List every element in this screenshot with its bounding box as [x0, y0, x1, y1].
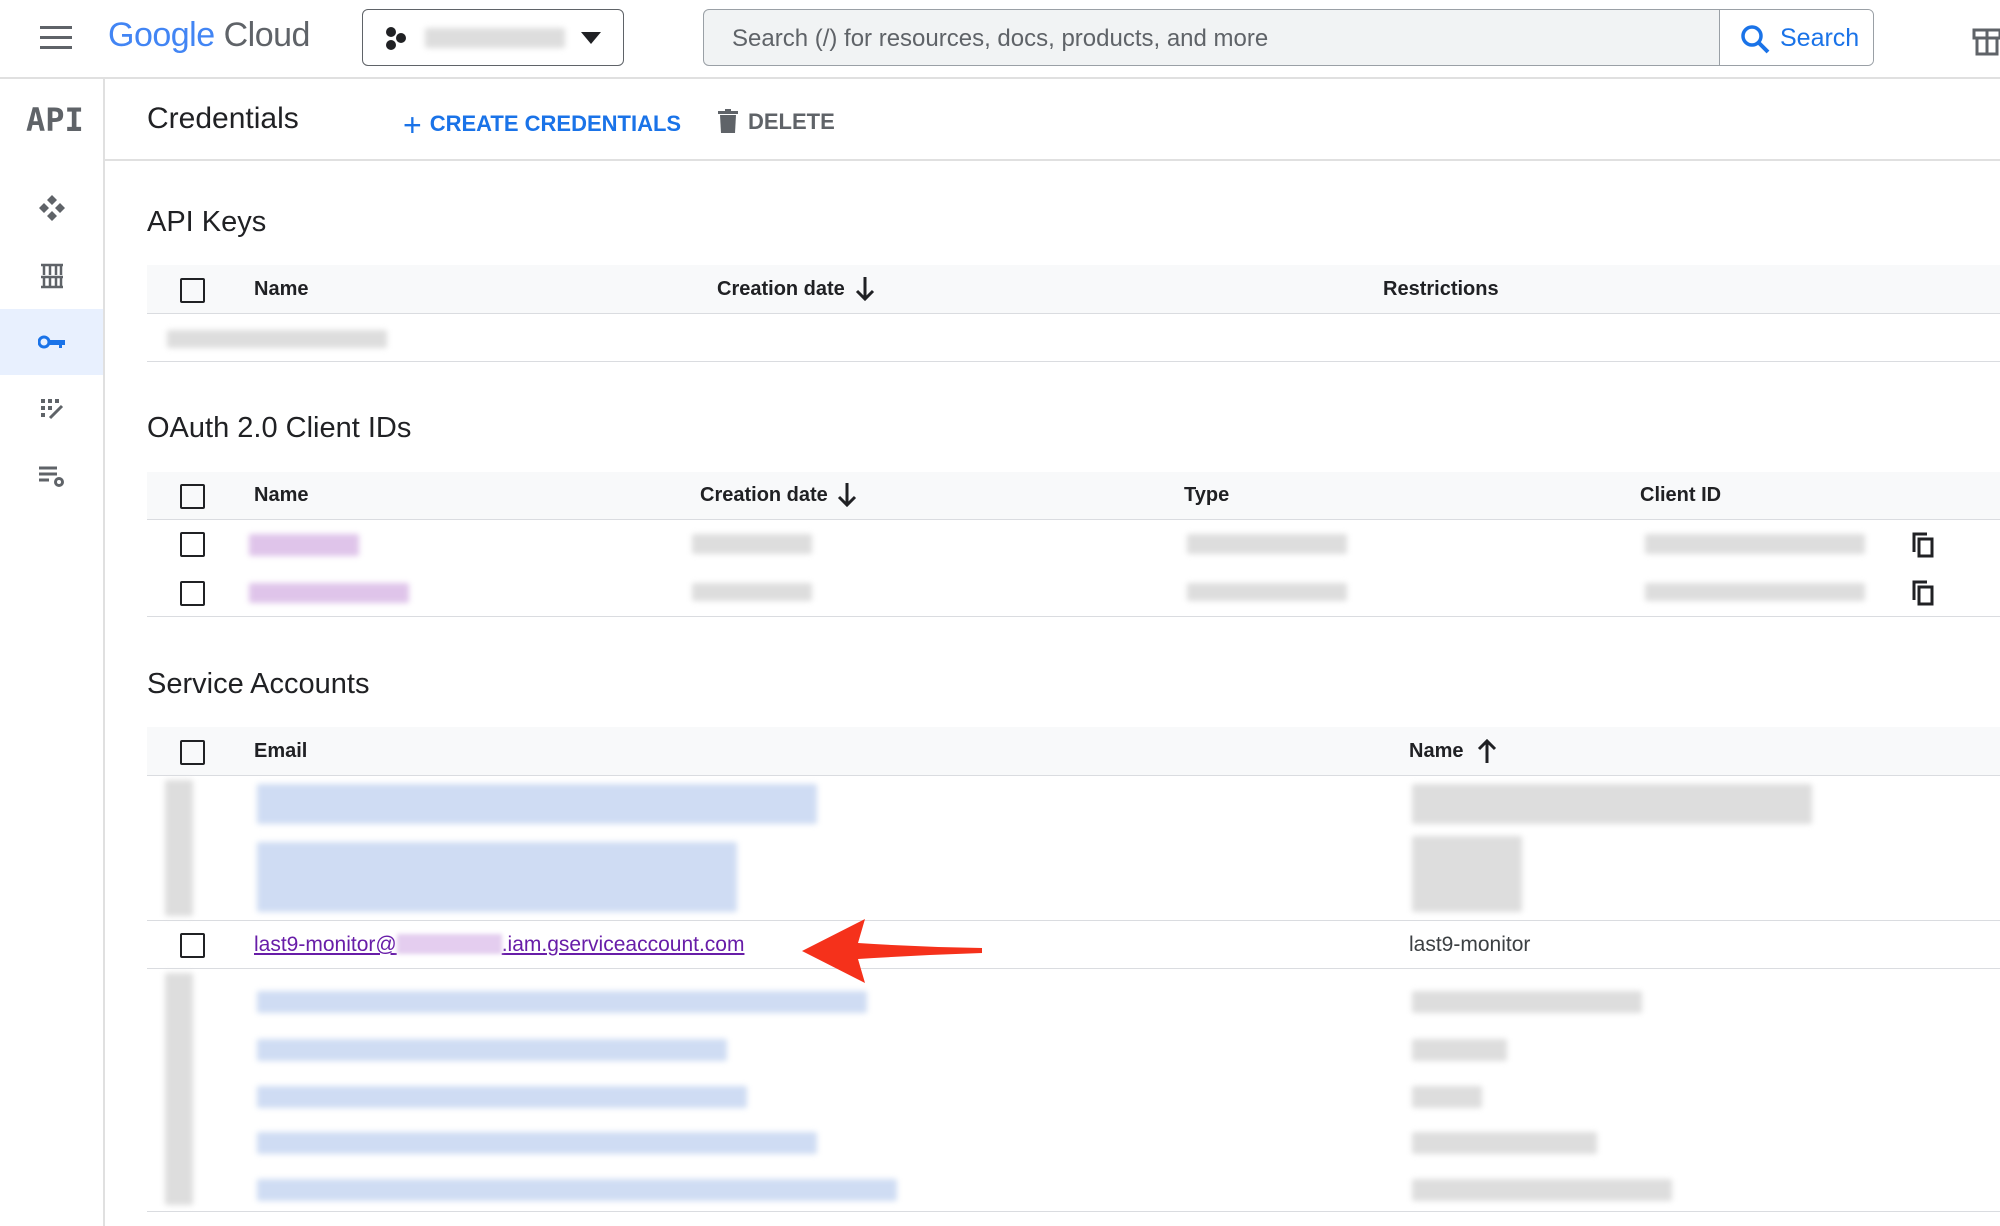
- redacted-content: [167, 330, 387, 348]
- redacted-content: [1412, 991, 1642, 1013]
- top-bar: Google Cloud Search (/) for resources, d…: [0, 0, 2000, 79]
- redacted-content: [249, 534, 359, 556]
- search-button-label: Search: [1780, 24, 1860, 52]
- action-bar: Credentials + CREATE CREDENTIALS DELETE: [105, 79, 2000, 161]
- column-type[interactable]: Type: [1184, 484, 1229, 507]
- column-creation-date[interactable]: Creation date: [700, 484, 828, 507]
- list-settings-icon: [38, 466, 64, 487]
- search-input[interactable]: Search (/) for resources, docs, products…: [732, 25, 1268, 53]
- project-name-redacted: [425, 28, 565, 48]
- redacted-content: [1187, 583, 1347, 601]
- column-name[interactable]: Name: [254, 484, 308, 507]
- service-account-email-link[interactable]: last9-monitor@ .iam.gserviceaccount.com: [254, 933, 744, 957]
- arrow-down-icon[interactable]: [837, 483, 857, 507]
- library-icon: [40, 263, 63, 289]
- column-email[interactable]: Email: [254, 740, 307, 763]
- redacted-content: [257, 991, 867, 1013]
- redacted-content: [165, 780, 193, 916]
- trash-icon: [718, 109, 738, 133]
- redacted-content: [1412, 1039, 1507, 1061]
- email-suffix: .iam.gserviceaccount.com: [501, 933, 745, 956]
- create-credentials-label: CREATE CREDENTIALS: [429, 111, 682, 136]
- oauth-rows: [147, 520, 2000, 617]
- table-row[interactable]: [147, 314, 2000, 362]
- service-accounts-table-header: Email Name: [147, 727, 2000, 776]
- page-title: Credentials: [147, 102, 299, 135]
- redacted-content: [257, 1039, 727, 1061]
- redacted-project: [396, 934, 502, 954]
- oauth-table-header: Name Creation date Type Client ID: [147, 472, 2000, 520]
- search-button[interactable]: Search: [1719, 10, 1873, 65]
- email-prefix: last9-monitor@: [254, 933, 397, 956]
- sidebar-item-oauth-consent[interactable]: [0, 376, 103, 442]
- service-accounts-heading: Service Accounts: [147, 668, 370, 700]
- row-checkbox[interactable]: [180, 581, 205, 606]
- project-icon: [386, 27, 406, 50]
- copy-icon[interactable]: [1912, 532, 1934, 558]
- service-account-name: last9-monitor: [1409, 933, 1531, 956]
- dashboard-icon: [38, 195, 65, 221]
- google-cloud-logo[interactable]: Google Cloud: [108, 16, 310, 55]
- sidebar-item-library[interactable]: [0, 243, 103, 309]
- select-all-checkbox[interactable]: [180, 278, 205, 303]
- column-name[interactable]: Name: [1409, 740, 1463, 763]
- sidebar-item-page-usage[interactable]: [0, 444, 103, 510]
- delete-button[interactable]: DELETE: [718, 109, 835, 135]
- row-checkbox[interactable]: [180, 532, 205, 557]
- column-restrictions[interactable]: Restrictions: [1383, 278, 1499, 301]
- service-account-rows-redacted: [147, 969, 2000, 1212]
- chevron-down-icon: [581, 32, 601, 44]
- redacted-content: [692, 534, 812, 554]
- redacted-content: [1412, 836, 1522, 912]
- redacted-content: [257, 1086, 747, 1108]
- redacted-content: [692, 583, 812, 601]
- select-all-checkbox[interactable]: [180, 484, 205, 509]
- main-menu-icon[interactable]: [40, 26, 72, 50]
- column-creation-date[interactable]: Creation date: [717, 278, 845, 301]
- redacted-content: [257, 842, 737, 912]
- api-keys-heading: API Keys: [147, 206, 267, 238]
- select-all-checkbox[interactable]: [180, 740, 205, 765]
- project-selector[interactable]: [362, 9, 624, 66]
- redacted-content: [249, 583, 409, 603]
- column-client-id[interactable]: Client ID: [1640, 484, 1721, 507]
- consent-icon: [40, 399, 63, 420]
- sidebar: API: [0, 79, 105, 1226]
- service-account-rows-redacted: [147, 776, 2000, 921]
- arrow-down-icon[interactable]: [855, 277, 875, 301]
- row-checkbox[interactable]: [180, 933, 205, 958]
- gift-icon[interactable]: [1972, 20, 2000, 56]
- api-logo: API: [26, 101, 84, 139]
- key-icon: [37, 335, 65, 349]
- redacted-content: [1412, 1086, 1482, 1108]
- redacted-content: [1645, 583, 1865, 601]
- table-row-last9-monitor[interactable]: last9-monitor@ .iam.gserviceaccount.com l…: [147, 921, 2000, 969]
- sidebar-item-credentials[interactable]: [0, 309, 103, 375]
- search-icon: [1741, 25, 1770, 54]
- redacted-content: [165, 973, 193, 1205]
- sidebar-item-dashboard[interactable]: [0, 175, 103, 241]
- create-credentials-button[interactable]: + CREATE CREDENTIALS: [403, 107, 681, 144]
- redacted-content: [257, 1179, 897, 1201]
- redacted-content: [1412, 1179, 1672, 1201]
- redacted-content: [1412, 1132, 1597, 1154]
- oauth-heading: OAuth 2.0 Client IDs: [147, 412, 412, 444]
- redacted-content: [257, 784, 817, 824]
- copy-icon[interactable]: [1912, 580, 1934, 606]
- api-keys-table-header: Name Creation date Restrictions: [147, 265, 2000, 314]
- redacted-content: [1645, 534, 1865, 554]
- redacted-content: [257, 1132, 817, 1154]
- plus-icon: +: [403, 107, 422, 143]
- redacted-content: [1412, 784, 1812, 824]
- delete-label: DELETE: [748, 109, 835, 134]
- arrow-up-icon[interactable]: [1477, 739, 1497, 763]
- column-name[interactable]: Name: [254, 278, 308, 301]
- redacted-content: [1187, 534, 1347, 554]
- search-bar[interactable]: Search (/) for resources, docs, products…: [703, 9, 1874, 66]
